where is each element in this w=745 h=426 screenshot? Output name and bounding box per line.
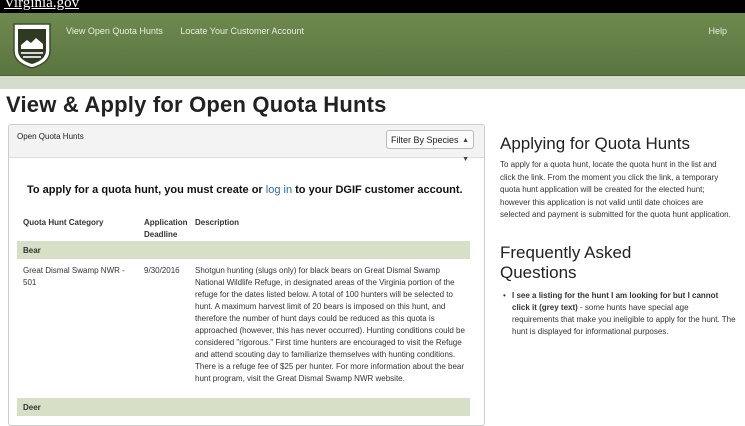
nav-locate-customer-account[interactable]: Locate Your Customer Account: [180, 26, 304, 36]
column-header-deadline: Application Deadline: [144, 218, 188, 239]
main-nav: View Open Quota Hunts Locate Your Custom…: [66, 26, 319, 36]
filter-by-species-select[interactable]: Filter By Species ▲ ▼: [386, 130, 474, 163]
hunt-deadline: 9/30/2016: [144, 266, 180, 275]
cta-suffix: to your DGIF customer account.: [295, 184, 463, 196]
column-header-description: Description: [195, 218, 240, 227]
category-name: Bear: [23, 246, 41, 255]
category-name: Deer: [23, 403, 41, 412]
bullet-icon: •: [503, 291, 506, 300]
dgif-logo-icon[interactable]: [10, 21, 54, 69]
faq-list-item: • I see a listing for the hunt I am look…: [503, 290, 737, 338]
column-header-category: Quota Hunt Category: [23, 218, 104, 227]
select-arrows-icon: ▲ ▼: [462, 137, 469, 163]
quota-hunts-panel: Open Quota Hunts Filter By Species ▲ ▼ To…: [8, 124, 485, 426]
applying-text: To apply for a quota hunt, locate the qu…: [500, 160, 731, 219]
category-row-bear: Bear: [17, 241, 470, 259]
cta-prefix: To apply for a quota hunt, you must crea…: [27, 184, 263, 196]
category-row-deer: Deer: [17, 398, 470, 416]
hunt-description: Shotgun hunting (slugs only) for black b…: [195, 266, 465, 383]
virginia-gov-link[interactable]: Virginia.gov: [4, 0, 79, 12]
header-subbar: [0, 76, 745, 89]
log-in-link[interactable]: log in: [266, 184, 292, 196]
faq-heading: Frequently Asked Questions: [500, 243, 632, 282]
filter-label: Filter By Species: [391, 135, 459, 145]
panel-title: Open Quota Hunts: [17, 132, 84, 141]
help-link[interactable]: Help: [708, 26, 727, 36]
hunt-category-link[interactable]: Great Dismal Swamp NWR - 501: [23, 265, 133, 289]
apply-instruction: To apply for a quota hunt, you must crea…: [27, 184, 463, 196]
applying-heading: Applying for Quota Hunts: [500, 134, 690, 153]
panel-header: Open Quota Hunts Filter By Species ▲ ▼: [9, 125, 484, 163]
nav-view-open-quota-hunts[interactable]: View Open Quota Hunts: [66, 26, 163, 36]
top-bar: Virginia.gov: [0, 0, 745, 13]
page-title: View & Apply for Open Quota Hunts: [6, 92, 387, 117]
site-header: View Open Quota Hunts Locate Your Custom…: [0, 13, 745, 76]
